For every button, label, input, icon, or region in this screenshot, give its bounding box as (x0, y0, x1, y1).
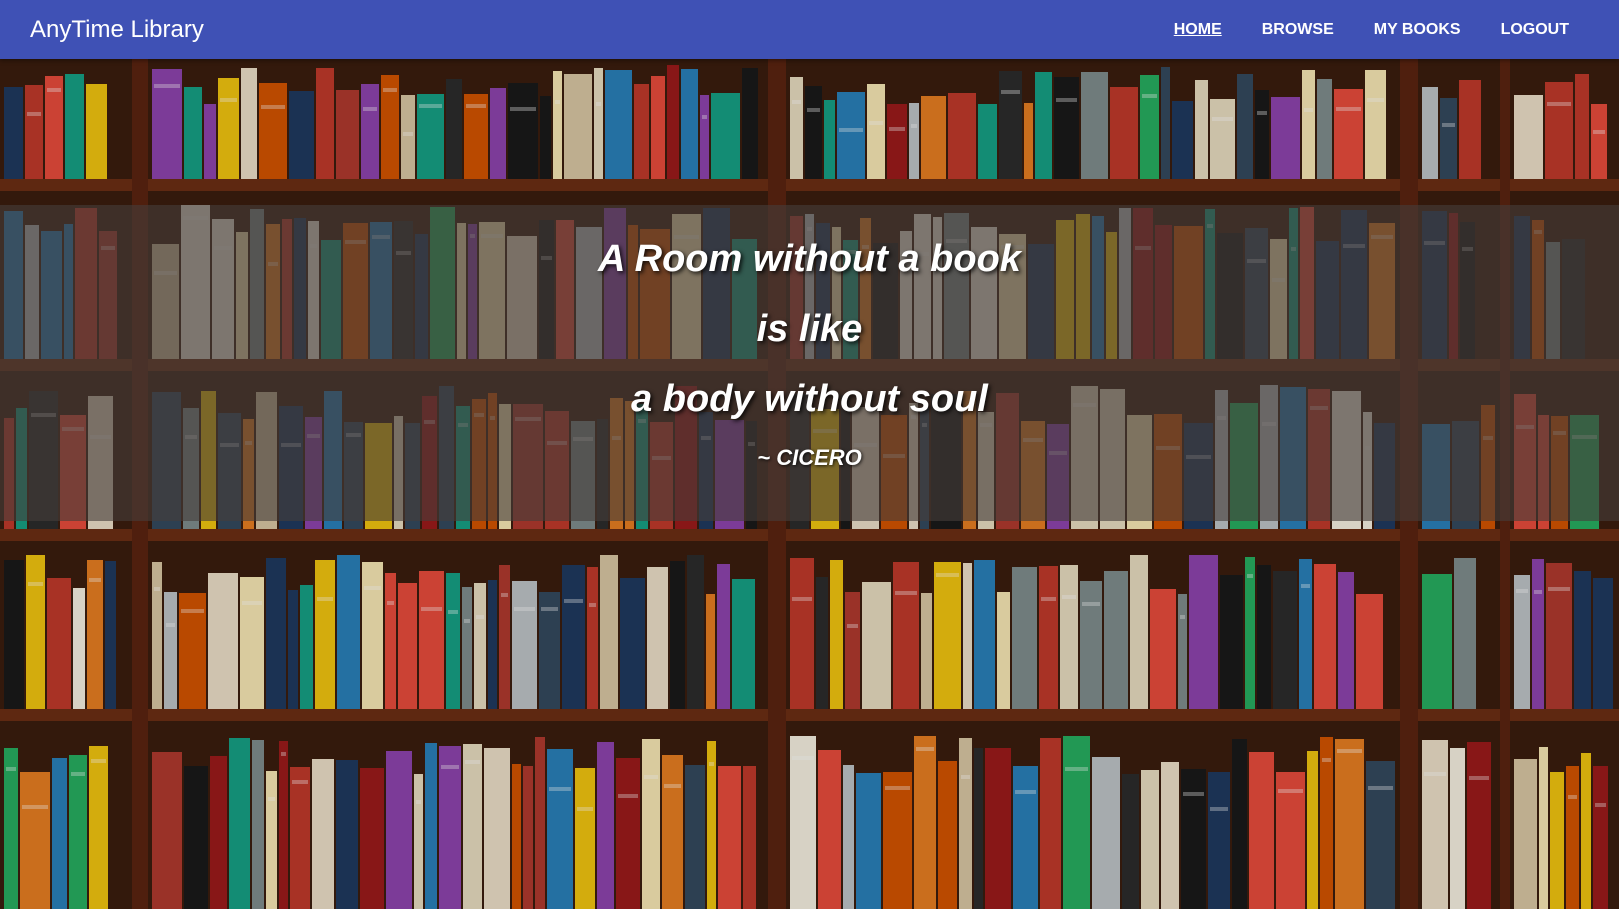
quote-line-3: a body without soul (631, 378, 988, 420)
nav-link-browse[interactable]: BROWSE (1262, 21, 1334, 39)
quote-band: A Room without a book is like a body wit… (0, 205, 1619, 521)
quote-author: ~ CICERO (757, 445, 862, 470)
brand-title[interactable]: AnyTime Library (30, 0, 204, 59)
nav-link-home[interactable]: HOME (1174, 21, 1222, 39)
quote-line-2: is like (756, 308, 863, 350)
page: AnyTime Library HOME BROWSE MY BOOKS LOG… (0, 0, 1619, 909)
nav-link-my-books[interactable]: MY BOOKS (1374, 21, 1461, 39)
nav-links: HOME BROWSE MY BOOKS LOGOUT (1134, 0, 1569, 59)
quote-line-1: A Room without a book (598, 238, 1021, 280)
hero-section: A Room without a book is like a body wit… (0, 59, 1619, 909)
nav-link-logout[interactable]: LOGOUT (1501, 21, 1569, 39)
top-navbar: AnyTime Library HOME BROWSE MY BOOKS LOG… (0, 0, 1619, 59)
